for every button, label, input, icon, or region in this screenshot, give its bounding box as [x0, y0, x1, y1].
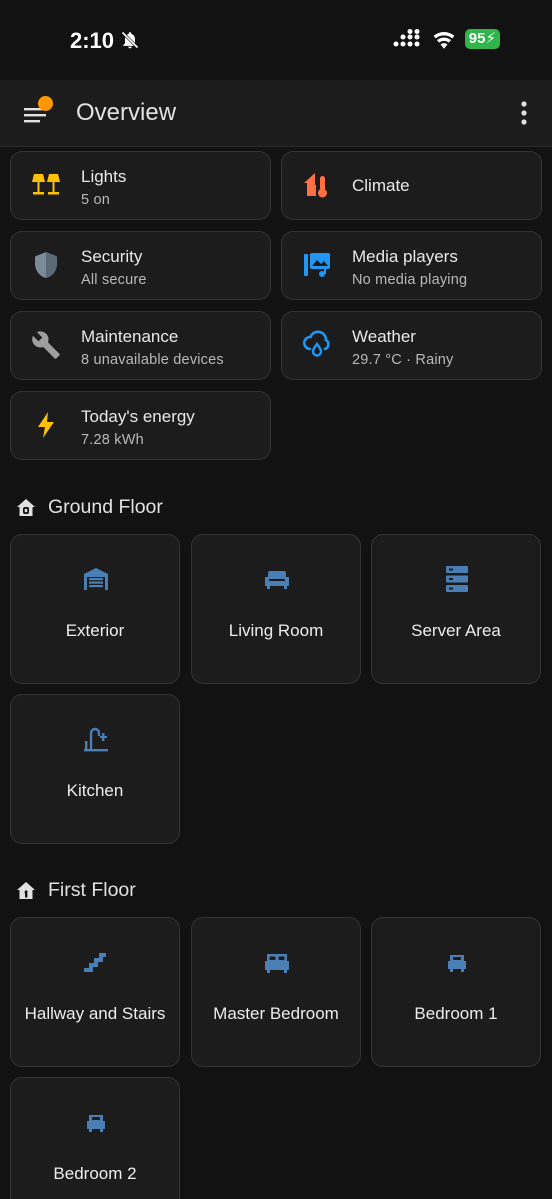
tile-title: Maintenance: [81, 327, 179, 346]
sofa-icon: [265, 571, 289, 589]
more-vert-icon[interactable]: [518, 100, 530, 126]
page-title: Overview: [76, 99, 177, 126]
home-floor-1-icon: [17, 881, 35, 899]
wrench-icon: [32, 331, 60, 359]
summary-tile-weather[interactable]: Weather 29.7 °C · Rainy: [281, 311, 542, 380]
tile-subtitle: 8 unavailable devices: [81, 352, 224, 368]
area-name: Master Bedroom: [213, 1004, 339, 1023]
tile-title: Media players: [352, 247, 458, 266]
tile-subtitle: All secure: [81, 272, 147, 288]
lightning-icon: [38, 412, 54, 438]
area-card-kitchen[interactable]: Kitchen: [10, 694, 180, 844]
summary-tile-media-players[interactable]: Media players No media playing: [281, 231, 542, 300]
status-time: 2:10: [70, 28, 115, 53]
tile-title: Today's energy: [81, 407, 195, 426]
home-thermometer-icon: [304, 173, 327, 198]
tile-subtitle: 5 on: [81, 192, 111, 208]
section-ground-floor: Ground Floor: [16, 496, 163, 519]
bed-single-icon: [87, 1115, 105, 1132]
wifi-icon: [433, 31, 455, 49]
tile-subtitle: 29.7 °C · Rainy: [352, 352, 454, 368]
app-bar: Overview: [0, 80, 552, 147]
area-card-bedroom-1[interactable]: Bedroom 1: [371, 917, 541, 1067]
area-name: Kitchen: [66, 781, 124, 800]
area-name: Hallway and Stairs: [24, 1004, 166, 1023]
area-card-server-area[interactable]: Server Area: [371, 534, 541, 684]
area-name: Bedroom 1: [414, 1004, 498, 1023]
cloud-rain-icon: [302, 330, 330, 357]
charging-icon: ⚡: [485, 30, 496, 47]
shield-icon: [35, 252, 57, 278]
battery-level: 95: [468, 30, 486, 47]
area-card-hallway-and-stairs[interactable]: Hallway and Stairs: [10, 917, 180, 1067]
tile-title: Security: [81, 247, 143, 266]
server-icon: [446, 566, 468, 592]
section-first-floor: First Floor: [16, 879, 136, 902]
status-bar: 2:10 95⚡: [0, 0, 552, 80]
lamps-icon: [32, 174, 60, 195]
battery-badge: 95⚡: [464, 29, 500, 49]
area-card-exterior[interactable]: Exterior: [10, 534, 180, 684]
home-floor-0-icon: [17, 498, 35, 516]
bed-double-icon: [265, 954, 289, 973]
tile-subtitle: No media playing: [352, 272, 468, 288]
floor-title: First Floor: [48, 879, 136, 901]
summary-tile-lights[interactable]: Lights 5 on: [10, 151, 271, 220]
stairs-icon: [84, 953, 106, 972]
area-card-living-room[interactable]: Living Room: [191, 534, 361, 684]
area-card-master-bedroom[interactable]: Master Bedroom: [191, 917, 361, 1067]
media-player-icon: [304, 253, 330, 277]
summary-tile-energy[interactable]: Today's energy 7.28 kWh: [10, 391, 271, 460]
summary-tile-security[interactable]: Security All secure: [10, 231, 271, 300]
area-name: Bedroom 2: [53, 1164, 137, 1183]
garage-icon: [84, 568, 108, 590]
signal-icon: [393, 29, 420, 47]
tile-title: Lights: [81, 167, 127, 186]
area-name: Exterior: [65, 621, 125, 640]
area-card-bedroom-2[interactable]: Bedroom 2: [10, 1077, 180, 1199]
summary-tile-maintenance[interactable]: Maintenance 8 unavailable devices: [10, 311, 271, 380]
summary-tile-climate[interactable]: Climate: [281, 151, 542, 220]
notification-dot: [38, 96, 53, 111]
floor-title: Ground Floor: [48, 496, 163, 518]
tile-title: Weather: [352, 327, 416, 346]
tile-subtitle: 7.28 kWh: [81, 432, 144, 448]
faucet-icon: [84, 727, 108, 752]
area-name: Living Room: [228, 621, 324, 640]
bell-off-icon: [121, 31, 139, 49]
bed-single-icon: [448, 955, 466, 972]
tile-title: Climate: [352, 176, 410, 195]
area-name: Server Area: [411, 621, 501, 640]
